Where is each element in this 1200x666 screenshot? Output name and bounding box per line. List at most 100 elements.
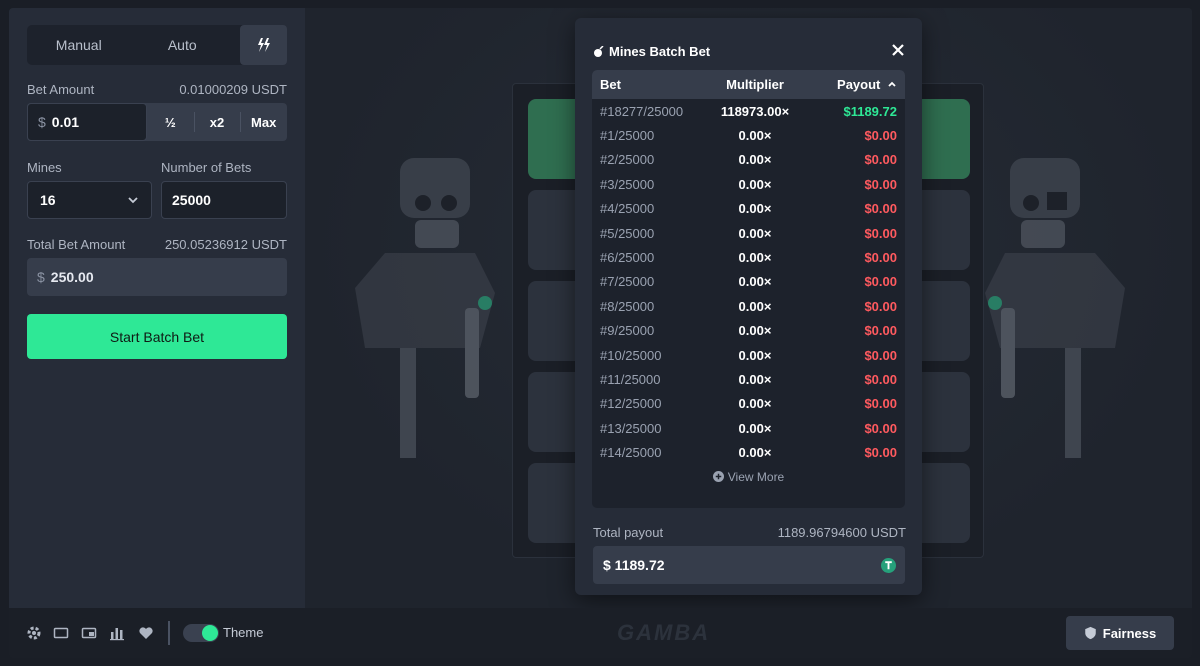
max-button[interactable]: Max [240, 103, 287, 141]
bet-panel: Manual Auto Bet Amount 0.01000209 USDT $… [9, 8, 305, 608]
header-payout[interactable]: Payout [800, 77, 897, 92]
row-bet: #9/25000 [600, 323, 655, 339]
header-bet: Bet [600, 77, 621, 92]
row-bet: #6/25000 [600, 250, 655, 266]
number-of-bets-input[interactable]: 25000 [161, 181, 287, 219]
mines-label: Mines [27, 160, 62, 175]
row-bet: #12/25000 [600, 396, 662, 412]
half-button[interactable]: ½ [147, 103, 194, 141]
row-bet: #1/25000 [600, 128, 655, 144]
table-row: #8/25000 0.00× $0.00 [592, 294, 905, 318]
number-of-bets-value: 25000 [172, 192, 211, 208]
row-bet: #5/25000 [600, 225, 655, 241]
chevron-up-icon [888, 81, 896, 87]
row-bet: #11/25000 [600, 371, 661, 387]
theme-toggle[interactable] [183, 624, 219, 642]
table-row: #11/25000 0.00× $0.00 [592, 367, 905, 391]
bet-amount-input[interactable]: $ 0.01 [27, 103, 147, 141]
total-payout-label: Total payout [593, 525, 664, 540]
bet-amount-value: 0.01 [51, 114, 80, 130]
row-multiplier: 118973.00× [720, 103, 790, 119]
row-payout: $0.00 [864, 445, 897, 461]
theme-label: Theme [223, 625, 264, 640]
view-more-button[interactable]: View More [592, 465, 905, 489]
table-row: #2/25000 0.00× $0.00 [592, 148, 905, 172]
bet-amount-row: $ 0.01 ½ x2 Max [27, 103, 287, 141]
row-payout: $0.00 [864, 323, 897, 339]
tab-manual[interactable]: Manual [27, 25, 131, 65]
gamba-logo: GAMBA [617, 620, 711, 645]
close-icon[interactable] [890, 42, 906, 58]
row-bet: #8/25000 [600, 298, 655, 314]
row-multiplier: 0.00× [738, 396, 772, 412]
row-payout: $0.00 [864, 128, 897, 144]
header-multiplier: Multiplier [726, 77, 784, 92]
plus-circle-icon [712, 471, 724, 483]
app-frame: Manual Auto Bet Amount 0.01000209 USDT $… [9, 8, 1192, 658]
tab-auto[interactable]: Auto [131, 25, 235, 65]
picture-in-picture-icon[interactable] [81, 625, 97, 641]
row-multiplier: 0.00× [738, 420, 772, 436]
heart-icon[interactable] [138, 625, 154, 641]
total-bet-usdt: 250.05236912 USDT [164, 237, 287, 252]
row-bet: #3/25000 [600, 176, 655, 192]
total-bet-field: $ 250.00 [27, 258, 287, 296]
row-multiplier: 0.00× [738, 250, 772, 266]
footer-divider [168, 621, 170, 645]
modal-title: Mines Batch Bet [593, 44, 710, 59]
start-batch-bet-button[interactable]: Start Batch Bet [27, 314, 287, 359]
row-bet: #7/25000 [600, 274, 655, 290]
table-row: #7/25000 0.00× $0.00 [592, 270, 905, 294]
total-payout-usdt: 1189.96794600 USDT [777, 525, 906, 540]
row-payout: $0.00 [864, 347, 897, 363]
row-bet: #13/25000 [600, 420, 662, 436]
total-bet-value: 250.00 [50, 269, 94, 285]
skeleton-robot-left [355, 158, 495, 458]
row-multiplier: 0.00× [738, 445, 772, 461]
gear-icon[interactable] [26, 625, 42, 641]
mines-value: 16 [40, 192, 56, 208]
tether-icon [881, 557, 896, 573]
fairness-label: Fairness [1102, 625, 1157, 641]
view-more-label: View More [727, 469, 785, 484]
tab-batch[interactable] [240, 25, 287, 65]
table-row: #3/25000 0.00× $0.00 [592, 172, 905, 196]
row-multiplier: 0.00× [738, 274, 772, 290]
table-row: #13/25000 0.00× $0.00 [592, 416, 905, 440]
total-payout-field: $ 1189.72 [593, 546, 905, 584]
row-payout: $0.00 [864, 152, 897, 168]
mines-select[interactable]: 16 [27, 181, 152, 219]
header-payout-label: Payout [837, 77, 881, 92]
row-payout: $0.00 [864, 250, 897, 266]
table-header: Bet Multiplier Payout [592, 70, 905, 99]
double-button[interactable]: x2 [193, 103, 241, 141]
currency-symbol: $ [37, 269, 45, 285]
bet-amount-label: Bet Amount [27, 82, 95, 97]
batch-results-table: Bet Multiplier Payout #18277/25000 118973… [592, 70, 905, 508]
mine-icon [594, 45, 604, 57]
table-row: #6/25000 0.00× $0.00 [592, 245, 905, 269]
row-payout: $0.00 [864, 371, 897, 387]
table-row: #5/25000 0.00× $0.00 [592, 221, 905, 245]
row-payout: $0.00 [864, 396, 897, 412]
table-row: #1/25000 0.00× $0.00 [592, 123, 905, 147]
fairness-button[interactable]: Fairness [1066, 616, 1174, 650]
modal-title-text: Mines Batch Bet [609, 44, 711, 59]
row-multiplier: 0.00× [738, 347, 772, 363]
row-payout: $0.00 [864, 225, 897, 241]
row-payout: $0.00 [864, 274, 897, 290]
row-bet: #18277/25000 [600, 103, 684, 119]
batch-bet-modal: Mines Batch Bet Bet Multiplier Payout #1… [575, 18, 922, 595]
bet-amount-usdt: 0.01000209 USDT [179, 82, 287, 97]
chevron-down-icon [128, 197, 138, 204]
row-payout: $0.00 [864, 420, 897, 436]
stats-icon[interactable] [109, 625, 125, 641]
table-row: #10/25000 0.00× $0.00 [592, 343, 905, 367]
table-row: #18277/25000 118973.00× $1189.72 [592, 99, 905, 123]
row-multiplier: 0.00× [738, 225, 772, 241]
row-payout: $0.00 [864, 201, 897, 217]
theater-icon[interactable] [53, 625, 69, 641]
total-payout-value: $ 1189.72 [603, 557, 665, 573]
mode-tabs: Manual Auto [27, 25, 287, 65]
row-payout: $0.00 [864, 176, 897, 192]
